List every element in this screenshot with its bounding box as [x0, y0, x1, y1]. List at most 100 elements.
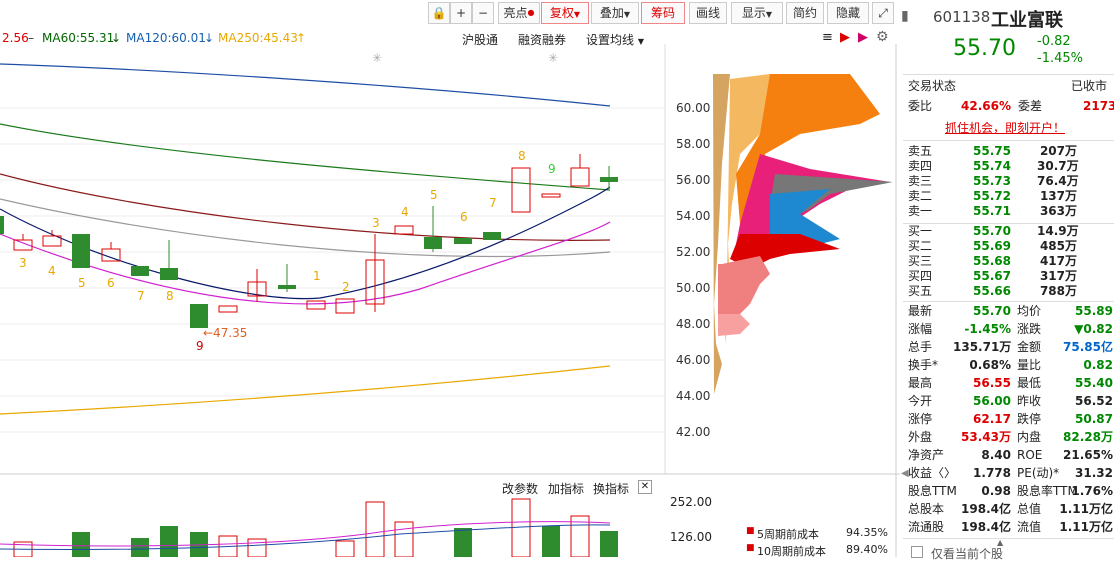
menu-icon[interactable]: ▮ — [901, 8, 909, 24]
status-label: 交易状态 — [908, 79, 957, 93]
list-icon[interactable]: ≡ — [822, 30, 833, 45]
buy-label: 买三 — [908, 254, 933, 268]
stat-label: 总股本 — [908, 502, 945, 516]
vol-tick: 126.00 — [670, 530, 712, 544]
display-button[interactable]: 显示▼ — [731, 2, 783, 24]
stat-label: 外盘 — [908, 430, 933, 444]
quote-panel: ▮ 601138 工业富联 55.70 -0.82 -1.45% 交易状态 已收… — [897, 0, 1114, 561]
stat-value: 21.65% — [1063, 448, 1113, 462]
sell-price: 55.75 — [973, 144, 1011, 158]
ma-first: 2.56 — [2, 31, 29, 45]
stat-value: 50.87 — [1075, 412, 1113, 426]
stat-value: 0.98 — [981, 484, 1011, 498]
price-tick: 44.00 — [676, 389, 711, 403]
down-arrow-icon: ↓ — [111, 31, 122, 45]
buy-volume: 485万 — [1039, 239, 1077, 253]
stat-label: 最新 — [908, 304, 933, 318]
params-link[interactable]: 改参数 — [502, 480, 538, 497]
stat-value: 198.4亿 — [961, 520, 1011, 534]
star-icon: ✳ — [548, 51, 558, 65]
highlight-button[interactable]: 亮点● — [498, 2, 540, 24]
sell-volume: 207万 — [1039, 144, 1077, 158]
hide-button[interactable]: 隐藏 — [827, 2, 869, 24]
legend-swatch: ■ — [746, 543, 755, 553]
buy-price: 55.70 — [973, 224, 1011, 238]
td-number: 6 — [107, 276, 115, 290]
ma-dash: – — [28, 31, 34, 45]
volume-bars — [0, 498, 618, 557]
sell-label: 卖二 — [908, 189, 933, 203]
flag-icon[interactable]: ▶ — [840, 30, 850, 45]
stat-label: 流通股 — [908, 520, 945, 534]
vol-tick: 252.00 — [670, 495, 712, 509]
dot-icon: ● — [527, 8, 535, 17]
switch-indicator-link[interactable]: 换指标 — [593, 480, 629, 497]
td-number: 3 — [19, 256, 27, 270]
td-number: 9 — [196, 339, 204, 353]
stat-value: 75.85亿 — [1063, 340, 1113, 354]
sell-volume: 76.4万 — [1037, 174, 1079, 188]
stat-label: 净资产 — [908, 448, 945, 462]
cost5-value: 94.35% — [846, 526, 888, 539]
stat-label: 换手* — [908, 358, 939, 372]
add-indicator-link[interactable]: 加指标 — [548, 480, 584, 497]
fuquan-button[interactable]: 复权▼ — [541, 2, 589, 24]
gear-icon[interactable]: ⚙ — [876, 29, 889, 45]
stat-label: ROE — [1017, 448, 1043, 462]
only-current-checkbox[interactable] — [911, 546, 923, 558]
buy-volume: 14.9万 — [1037, 224, 1079, 238]
td-number: 1 — [313, 269, 321, 283]
close-icon[interactable]: ✕ — [638, 480, 652, 494]
promo-link[interactable]: 抓住机会，即刻开户！ — [945, 119, 1065, 137]
price-change: -0.82 — [1037, 34, 1071, 49]
sell-volume: 137万 — [1039, 189, 1077, 203]
expand-icon[interactable]: ⤢ — [872, 2, 894, 24]
stat-value: 53.43万 — [961, 430, 1011, 444]
price-tick: 42.00 — [676, 425, 711, 439]
stat-label: 股息TTM — [908, 484, 957, 498]
buy-label: 买四 — [908, 269, 933, 283]
only-current-label: 仅看当前个股 — [931, 547, 1004, 561]
chip-distribution — [713, 74, 893, 394]
stat-value: 56.52 — [1075, 394, 1113, 408]
ma120-label: MA120:60.01 — [126, 31, 206, 45]
td-number: 8 — [166, 289, 174, 303]
chips-button[interactable]: 筹码 — [641, 2, 685, 24]
collapse-icon[interactable]: ◀ — [901, 468, 909, 479]
overlay-button[interactable]: 叠加▼ — [591, 2, 639, 24]
stat-label: 量比 — [1017, 358, 1042, 372]
highlight-label: 亮点 — [503, 6, 528, 20]
stat-label: 昨收 — [1017, 394, 1042, 408]
cost10-value: 89.40% — [846, 543, 888, 556]
simple-button[interactable]: 简约 — [786, 2, 824, 24]
draw-button[interactable]: 画线 — [689, 2, 727, 24]
td-number: 5 — [430, 188, 438, 202]
status-value: 已收市 — [1071, 79, 1108, 93]
weibi-label: 委比 — [908, 99, 933, 113]
stat-label: 金额 — [1017, 340, 1042, 354]
stat-value: 198.4亿 — [961, 502, 1011, 516]
zoom-out-button[interactable]: − — [472, 2, 494, 24]
stat-value: 55.89 — [1075, 304, 1113, 318]
display-label: 显示 — [741, 6, 766, 20]
lock-button[interactable]: 🔒 — [428, 2, 450, 24]
stat-label: 最高 — [908, 376, 933, 390]
kline-chart: ✳ ✳ — [0, 44, 900, 557]
sell-price: 55.72 — [973, 189, 1011, 203]
zoom-in-button[interactable]: + — [450, 2, 472, 24]
sell-price: 55.71 — [973, 204, 1011, 218]
stat-label: 流值 — [1017, 520, 1042, 534]
stat-value: 135.71万 — [953, 340, 1012, 354]
sell-label: 卖三 — [908, 174, 933, 188]
sell-label: 卖五 — [908, 144, 933, 158]
price-tick: 58.00 — [676, 137, 711, 151]
td-number: 5 — [78, 276, 86, 290]
stat-value: 55.70 — [973, 304, 1011, 318]
fuquan-label: 复权 — [549, 6, 574, 20]
stat-value: 31.32 — [1075, 466, 1113, 480]
flag-icon[interactable]: ▶ — [858, 30, 868, 45]
stat-value: 0.82 — [1083, 358, 1113, 372]
stat-value: 0.68% — [969, 358, 1011, 372]
stat-value: 62.17 — [973, 412, 1011, 426]
td-number: 7 — [137, 289, 145, 303]
